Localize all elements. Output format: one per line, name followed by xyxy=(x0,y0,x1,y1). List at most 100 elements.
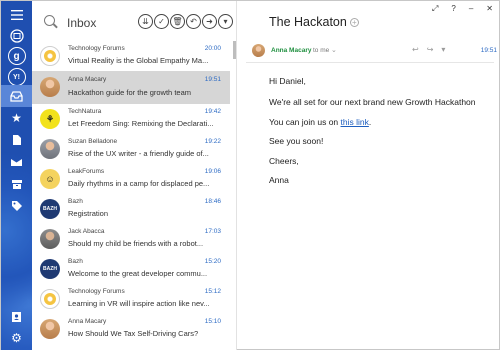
sender-avatar: BAZH xyxy=(40,259,60,279)
collapse-all-icon[interactable]: ⇊ xyxy=(138,14,153,29)
star-icon: ★ xyxy=(11,111,22,125)
contacts-nav-button[interactable] xyxy=(1,306,32,328)
message-subject: Rise of the UX writer - a friendly guide… xyxy=(68,149,209,158)
more-actions-icon[interactable]: ▾ xyxy=(441,45,445,54)
sender-avatar xyxy=(252,44,265,57)
mail-app-window: g Y! ★ ⚙ Inbox ⇊ ✓ 🗑 ↶ ➜ ▾ Technology Fo… xyxy=(0,0,500,350)
message-time: 19:42 xyxy=(204,108,221,115)
sender-avatar: ☺ xyxy=(40,169,60,189)
message-list-item[interactable]: ⚘ TechNatura 19:42 Let Freedom Sing: Rem… xyxy=(32,104,230,134)
list-scrollbar[interactable] xyxy=(233,41,236,59)
list-toolbar: ⇊ ✓ 🗑 ↶ ➜ ▾ xyxy=(138,14,233,29)
message-time: 19:51 xyxy=(204,76,221,83)
mail-time: 19:51 xyxy=(480,47,497,54)
account-outlook-button[interactable] xyxy=(1,25,32,47)
mark-read-icon[interactable]: ✓ xyxy=(154,14,169,29)
message-subject: Virtual Reality is the Global Empathy Ma… xyxy=(68,56,209,65)
close-icon[interactable]: ✕ xyxy=(486,4,493,14)
folders-nav-button[interactable] xyxy=(1,151,32,173)
help-icon[interactable]: ? xyxy=(451,4,455,14)
message-list-item[interactable]: Technology Forums 15:12 Learning in VR w… xyxy=(32,284,230,314)
contacts-icon xyxy=(12,312,21,322)
message-subject: Learning in VR will inspire action like … xyxy=(68,299,210,308)
tags-nav-button[interactable] xyxy=(1,195,32,217)
message-subject: Should my child be friends with a robot.… xyxy=(68,239,204,248)
delete-icon[interactable]: 🗑 xyxy=(170,14,185,29)
message-time: 19:22 xyxy=(204,138,221,145)
mail-subject-text: The Hackaton xyxy=(269,15,347,29)
mail-from-name[interactable]: Anna Macary xyxy=(271,47,311,54)
message-list-panel: Inbox ⇊ ✓ 🗑 ↶ ➜ ▾ Technology Forums 20:0… xyxy=(32,1,237,350)
message-subject: Hackathon guide for the growth team xyxy=(68,88,191,97)
fullscreen-icon[interactable]: ⤢ xyxy=(432,4,438,14)
documents-nav-button[interactable] xyxy=(1,129,32,151)
mail-greeting: Hi Daniel, xyxy=(269,76,306,86)
search-icon[interactable] xyxy=(44,15,55,26)
menu-icon xyxy=(10,10,23,20)
mail-signature: Anna xyxy=(269,175,289,185)
minimize-icon[interactable]: – xyxy=(469,4,473,14)
message-time: 17:03 xyxy=(204,228,221,235)
message-sender: TechNatura xyxy=(68,108,102,115)
mail-header-row: Anna Macary to me ⌄ ↩ ↪ ▾ 19:51 xyxy=(252,44,497,58)
mail-body-line: See you soon! xyxy=(269,136,324,146)
join-link[interactable]: this link xyxy=(341,117,369,127)
outlook-icon xyxy=(9,29,24,43)
mail-actions: ↩ ↪ ▾ xyxy=(412,45,445,54)
mail-recipient: to me xyxy=(313,47,330,54)
message-list-item[interactable]: Technology Forums 20:00 Virtual Reality … xyxy=(32,41,230,71)
message-subject: Let Freedom Sing: Remixing the Declarati… xyxy=(68,119,214,128)
message-sender: Bazh xyxy=(68,198,83,205)
message-sender: Anna Macary xyxy=(68,76,107,83)
archive-icon xyxy=(11,179,22,189)
message-time: 20:00 xyxy=(204,45,221,52)
message-time: 15:20 xyxy=(204,258,221,265)
message-sender: Technology Forums xyxy=(68,45,125,52)
chevron-down-icon[interactable]: ⌄ xyxy=(331,46,337,54)
message-list-item[interactable]: Jack Abacca 17:03 Should my child be fri… xyxy=(32,224,230,254)
message-time: 15:10 xyxy=(204,318,221,325)
starred-nav-button[interactable]: ★ xyxy=(1,107,32,129)
message-time: 15:12 xyxy=(204,288,221,295)
sender-avatar: ⚘ xyxy=(40,109,60,129)
archive-nav-button[interactable] xyxy=(1,173,32,195)
message-sender: LeakForums xyxy=(68,168,105,175)
mail-body-text: You can join us on xyxy=(269,117,341,127)
message-sender: Anna Macary xyxy=(68,318,107,325)
google-icon: g xyxy=(7,47,26,65)
yahoo-icon: Y! xyxy=(7,68,26,86)
sender-avatar xyxy=(40,229,60,249)
move-icon[interactable]: ➜ xyxy=(202,14,217,29)
settings-nav-button[interactable]: ⚙ xyxy=(1,327,32,349)
add-tag-icon[interactable]: + xyxy=(349,18,359,27)
more-options-icon[interactable]: ▾ xyxy=(218,14,233,29)
message-list-item[interactable]: Suzan Belladone 19:22 Rise of the UX wri… xyxy=(32,134,230,164)
message-subject: Daily rhythms in a camp for displaced pe… xyxy=(68,179,210,188)
message-list-item[interactable]: BAZH Bazh 18:46 Registration xyxy=(32,194,230,224)
account-rail: g Y! ★ ⚙ xyxy=(1,1,32,350)
mail-folder-icon xyxy=(11,159,22,166)
message-list-item-selected[interactable]: Anna Macary 19:51 Hackathon guide for th… xyxy=(32,71,230,104)
mail-body-line: We're all set for our next brand new Gro… xyxy=(269,97,476,107)
settings-icon: ⚙ xyxy=(11,331,22,345)
message-subject: Welcome to the great developer commu... xyxy=(68,269,208,278)
message-subject: How Should We Tax Self-Driving Cars? xyxy=(68,329,199,338)
undo-icon[interactable]: ↶ xyxy=(186,14,201,29)
message-subject: Registration xyxy=(68,209,109,218)
reply-icon[interactable]: ↩ xyxy=(412,45,419,54)
reading-pane: ⤢ ? – ✕ The Hackaton + Anna Macary to me … xyxy=(238,1,500,350)
sender-avatar xyxy=(40,319,60,339)
window-controls: ⤢ ? – ✕ xyxy=(432,4,493,14)
menu-button[interactable] xyxy=(1,4,32,26)
message-list-item[interactable]: BAZH Bazh 15:20 Welcome to the great dev… xyxy=(32,254,230,284)
message-sender: Jack Abacca xyxy=(68,228,105,235)
account-google-button[interactable]: g xyxy=(1,45,32,67)
message-list-item[interactable]: ☺ LeakForums 19:06 Daily rhythms in a ca… xyxy=(32,164,230,194)
forward-icon[interactable]: ↪ xyxy=(427,45,434,54)
tag-icon xyxy=(11,201,22,211)
inbox-nav-button[interactable] xyxy=(1,85,32,107)
message-list-item[interactable]: Anna Macary 15:10 How Should We Tax Self… xyxy=(32,314,230,344)
mail-body-line: You can join us on this link. xyxy=(269,117,371,127)
sender-avatar xyxy=(40,77,60,97)
message-sender: Bazh xyxy=(68,258,83,265)
